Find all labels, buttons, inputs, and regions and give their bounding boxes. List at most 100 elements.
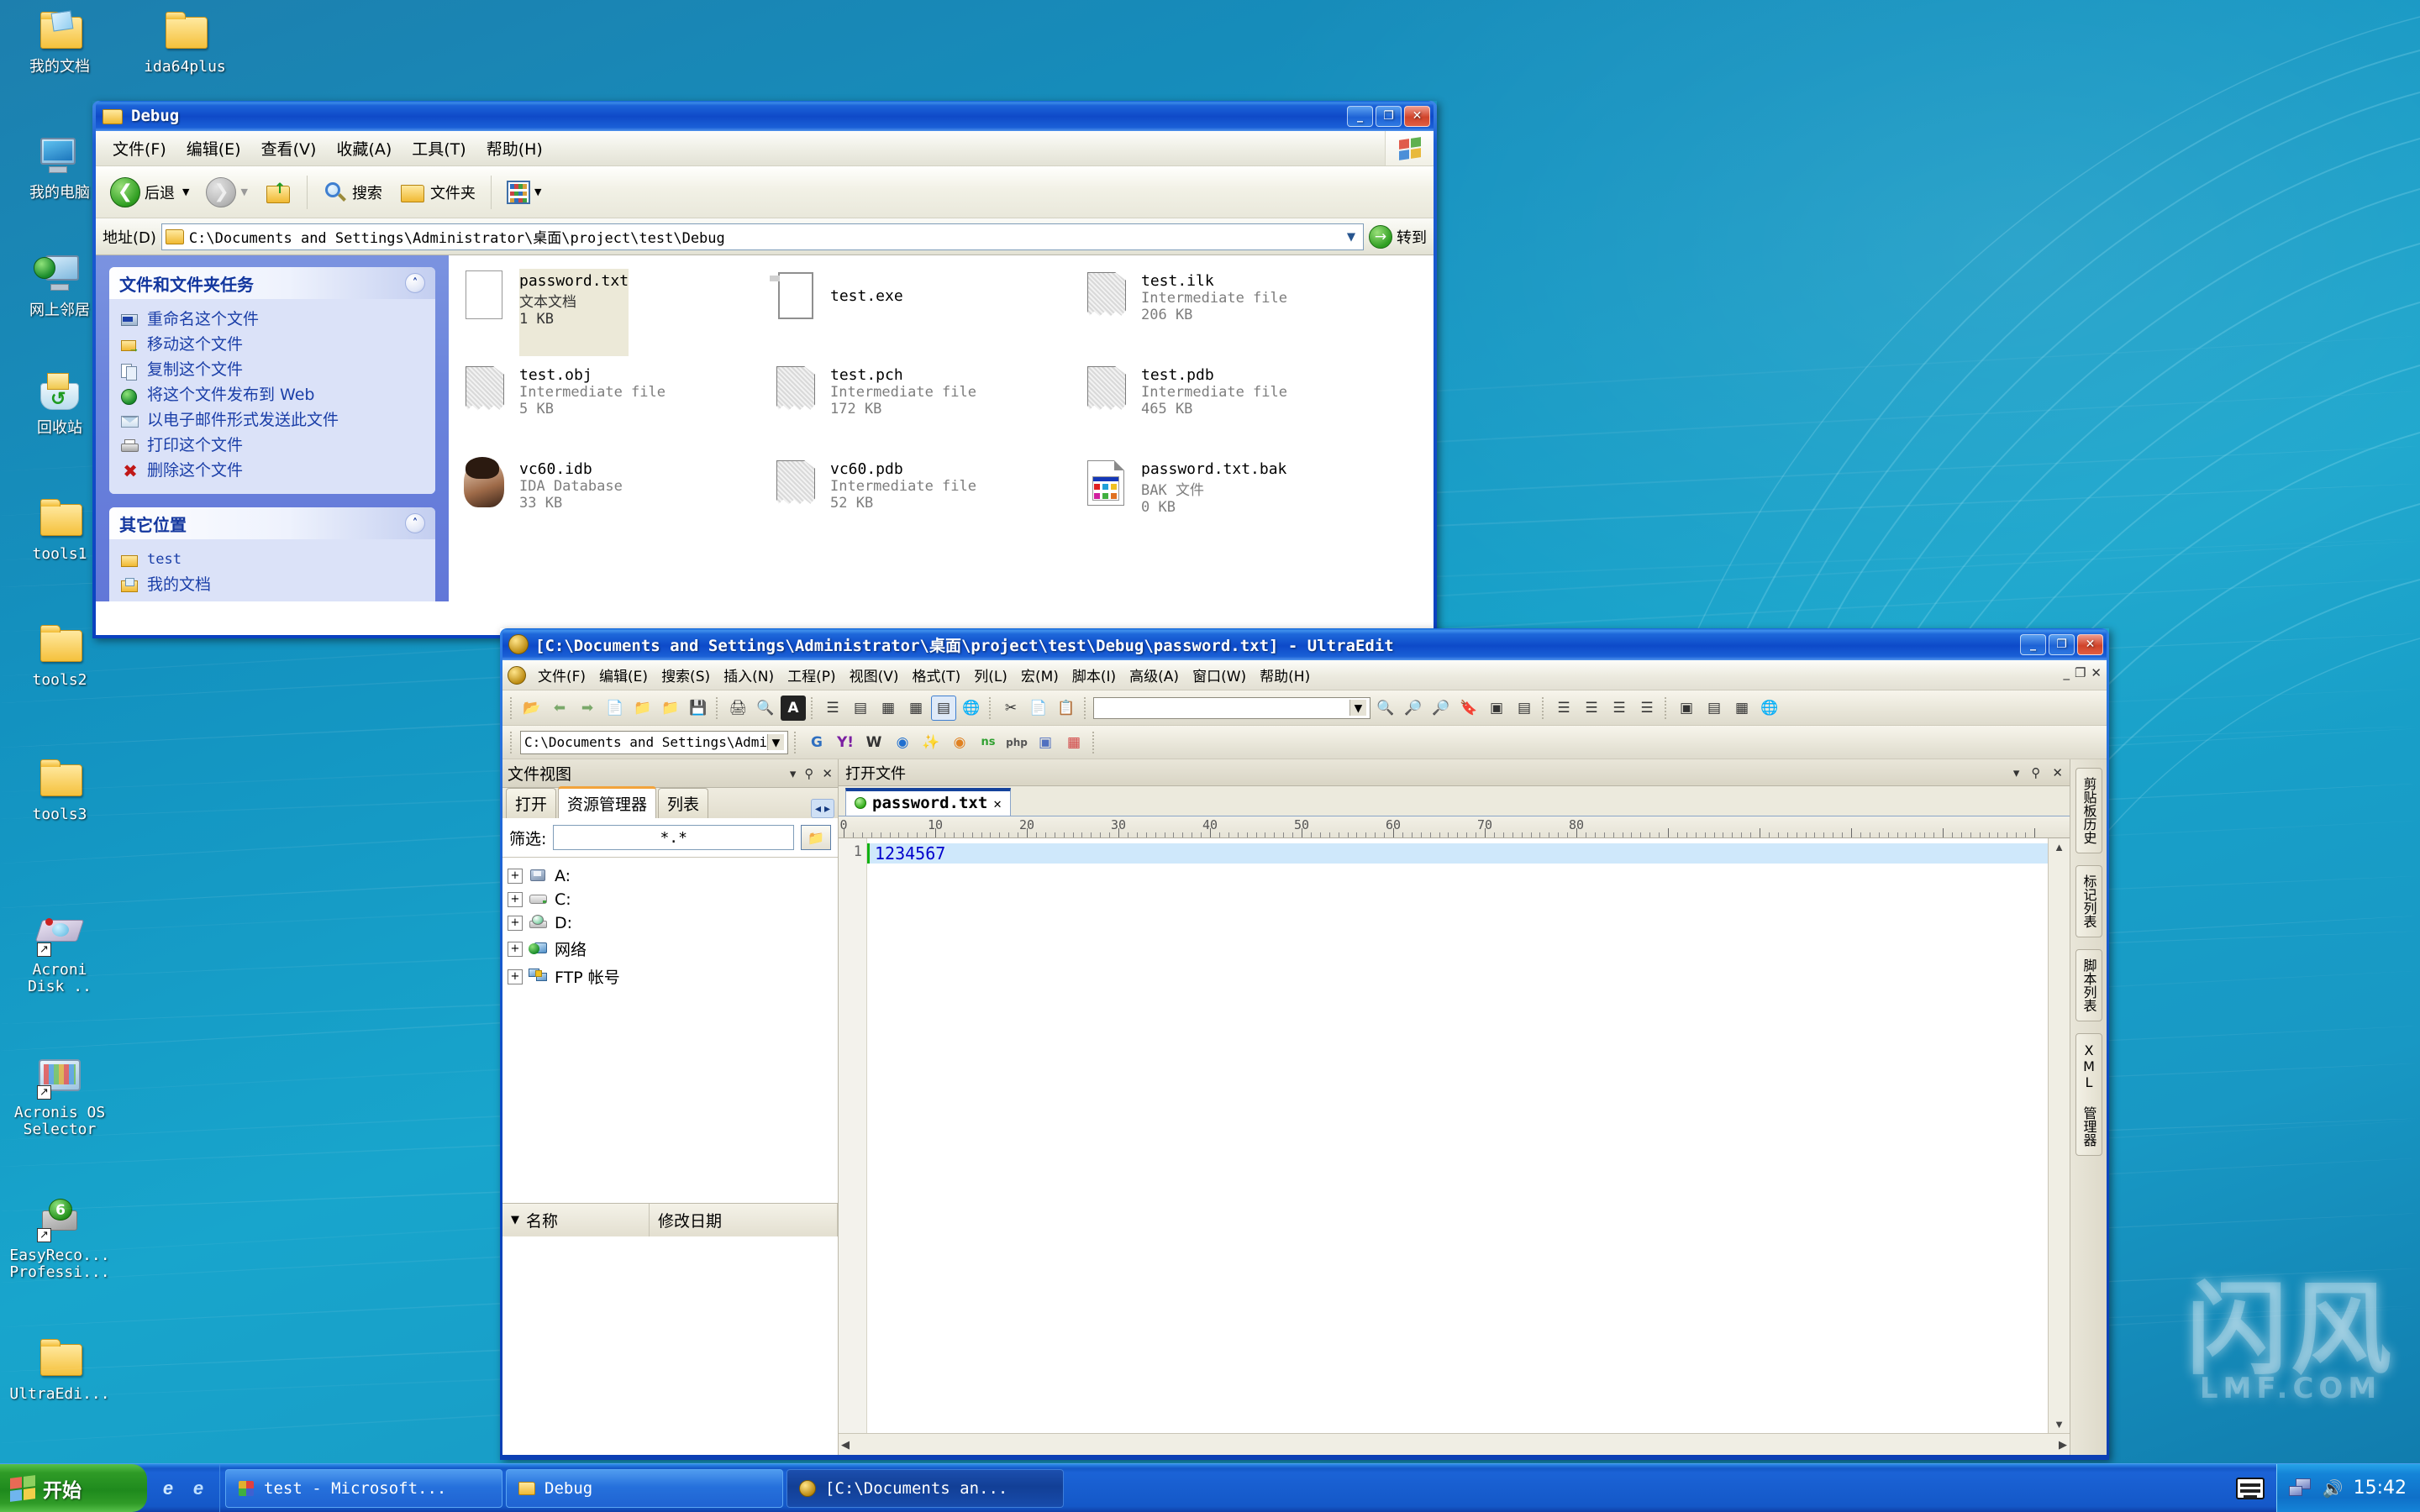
desktop-icon-ida64plus[interactable]: ida64plus xyxy=(130,8,239,76)
clock[interactable]: 15:42 xyxy=(2354,1478,2407,1499)
internet-explorer-icon[interactable]: e xyxy=(155,1476,181,1501)
tree-item-network[interactable]: + 网络 xyxy=(508,935,833,963)
explorer-file-list[interactable]: password.txt 文本文档 1 KB test.exe test.ilk… xyxy=(449,255,1434,601)
find-next-icon[interactable]: 🔎 xyxy=(1428,696,1454,721)
google-icon[interactable]: G xyxy=(804,730,829,755)
vtab-script-list[interactable]: 脚本列表 xyxy=(2075,949,2102,1021)
menu-tools[interactable]: 工具(T) xyxy=(402,134,476,163)
tab-explorer[interactable]: 资源管理器 xyxy=(558,786,657,818)
menu-advanced[interactable]: 高级(A) xyxy=(1123,662,1186,688)
file-item-password-txt-bak[interactable]: password.txt.bak BAK 文件 0 KB xyxy=(1077,454,1388,548)
expand-plus-icon[interactable]: + xyxy=(508,969,523,984)
tree-item-ftp-accounts[interactable]: + FTP 帐号 xyxy=(508,963,833,990)
desktop-icon-acronis-disk-director[interactable]: ↗ Acroni Disk .. xyxy=(5,911,114,995)
file-item-test-pdb[interactable]: test.pdb Intermediate file 465 KB xyxy=(1077,360,1388,454)
close-icon[interactable]: ✕ xyxy=(2052,765,2063,780)
tab-open[interactable]: 打开 xyxy=(506,788,557,818)
sort-icon[interactable]: ▤ xyxy=(1512,696,1537,721)
ultraedit-window[interactable]: [C:\Documents and Settings\Administrator… xyxy=(500,628,2109,1460)
php-manual-icon[interactable]: ◉ xyxy=(947,730,972,755)
start-button[interactable]: 开始 xyxy=(0,1464,147,1512)
php-icon[interactable]: php xyxy=(1004,730,1029,755)
vtab-xml-manager[interactable]: XML 管理器 xyxy=(2075,1033,2102,1156)
scroll-left-arrow-icon[interactable]: ◀ xyxy=(841,1438,850,1452)
open-file-icon[interactable]: 📁 xyxy=(630,696,655,721)
filter-row[interactable]: 筛选: *.* 📁 xyxy=(502,818,838,858)
toolbar-grip[interactable] xyxy=(510,696,514,719)
taskbar-item-ultraedit[interactable]: [C:\Documents an... xyxy=(786,1468,1064,1508)
ime-language-bar[interactable] xyxy=(2224,1464,2276,1512)
ultraedit-titlebar[interactable]: [C:\Documents and Settings\Administrator… xyxy=(502,628,2107,660)
browser-preview-icon[interactable]: 🌐 xyxy=(1757,696,1782,721)
forward-arrow-icon[interactable]: ➡ xyxy=(575,696,600,721)
back-button[interactable]: ❮ 后退 ▼ xyxy=(104,175,195,210)
volume-icon[interactable]: 🔊 xyxy=(2323,1478,2344,1499)
go-button[interactable]: → 转到 xyxy=(1369,224,1427,249)
menu-favorites[interactable]: 收藏(A) xyxy=(326,134,402,163)
column-name[interactable]: ▼ 名称 xyxy=(502,1204,650,1236)
pin-icon[interactable]: ⚲ xyxy=(804,766,813,781)
taskbar-item-debug[interactable]: Debug xyxy=(506,1468,783,1508)
new-file-icon[interactable]: 📄 xyxy=(602,696,628,721)
chevron-down-icon[interactable]: ▾ xyxy=(790,766,797,781)
find-icon[interactable]: 🔍 xyxy=(1373,696,1398,721)
expand-plus-icon[interactable]: + xyxy=(508,869,523,884)
explorer-addressbar[interactable]: 地址(D) C:\Documents and Settings\Administ… xyxy=(96,218,1434,255)
file-view-panel[interactable]: 文件视图 ▾ ⚲ ✕ 打开 资源管理器 列表 ◂ ▸ 筛选: *.* 📁 + A… xyxy=(502,759,839,1455)
keyboard-icon[interactable] xyxy=(2235,1477,2265,1499)
file-view-tabs[interactable]: 打开 资源管理器 列表 ◂ ▸ xyxy=(502,786,838,818)
editor-canvas[interactable]: 1 1234567 ▲ ▼ xyxy=(839,838,2070,1433)
search-button[interactable]: 搜索 xyxy=(317,177,388,207)
vertical-scrollbar[interactable]: ▲ ▼ xyxy=(2048,838,2070,1433)
taskbar[interactable]: 开始 e e test - Microsoft... Debug [C:\Doc… xyxy=(0,1463,2420,1512)
file-item-test-exe[interactable]: test.exe xyxy=(766,265,1077,360)
place-my-documents[interactable]: 我的文档 xyxy=(121,573,427,598)
menu-search[interactable]: 搜索(S) xyxy=(655,662,717,688)
desktop-icon-acronis-os-selector[interactable]: ↗ Acronis OS Selector xyxy=(5,1054,114,1138)
task-move-file[interactable]: → 移动这个文件 xyxy=(121,333,427,358)
toolbar-grip[interactable] xyxy=(510,731,514,753)
filter-input[interactable]: *.* xyxy=(553,825,794,850)
code-content[interactable]: 1234567 xyxy=(867,838,2048,1433)
line-numbers-icon[interactable]: ▤ xyxy=(931,695,956,721)
close-button[interactable]: ✕ xyxy=(1404,105,1430,127)
menu-edit[interactable]: 编辑(E) xyxy=(592,662,655,688)
task-rename-file[interactable]: 重命名这个文件 xyxy=(121,307,427,333)
folders-button[interactable]: 文件夹 xyxy=(393,177,481,207)
msdn-icon[interactable]: ◉ xyxy=(890,730,915,755)
nav-next-icon[interactable]: ▸ xyxy=(824,801,830,816)
menu-file[interactable]: 文件(F) xyxy=(531,662,592,688)
file-item-vc60-pdb[interactable]: vc60.pdb Intermediate file 52 KB xyxy=(766,454,1077,548)
menu-script[interactable]: 脚本(I) xyxy=(1065,662,1123,688)
file-list-column-headers[interactable]: ▼ 名称 修改日期 xyxy=(502,1203,838,1236)
maximize-button[interactable]: ❐ xyxy=(2049,633,2075,655)
mdi-restore-button[interactable]: ❐ xyxy=(2075,665,2086,680)
task-print-file[interactable]: 打印这个文件 xyxy=(121,433,427,459)
yahoo-icon[interactable]: Y! xyxy=(833,730,858,755)
expand-plus-icon[interactable]: + xyxy=(508,892,523,907)
ns-reference-icon[interactable]: ns xyxy=(976,730,1001,755)
task-delete-file[interactable]: ✖ 删除这个文件 xyxy=(121,459,427,484)
address-input[interactable]: C:\Documents and Settings\Administrator\… xyxy=(160,223,1364,250)
mdi-window-buttons[interactable]: _ ❐ ✕ xyxy=(2063,665,2102,680)
tree-item-d-drive[interactable]: + D: xyxy=(508,911,833,935)
explorer-window[interactable]: Debug _ ❐ ✕ 文件(F) 编辑(E) 查看(V) 收藏(A) 工具(T… xyxy=(92,101,1437,638)
up-button[interactable]: ↑ xyxy=(259,177,297,207)
pin-icon[interactable]: ⚲ xyxy=(2031,765,2040,780)
tree-item-a-drive[interactable]: + A: xyxy=(508,864,833,888)
tree-item-c-drive[interactable]: + C: xyxy=(508,888,833,911)
print-icon[interactable]: 🖨 xyxy=(725,696,750,721)
file-item-test-pch[interactable]: test.pch Intermediate file 172 KB xyxy=(766,360,1077,454)
menu-view[interactable]: 查看(V) xyxy=(251,134,327,163)
close-tab-icon[interactable]: ✕ xyxy=(993,795,1002,811)
chevron-down-icon[interactable]: ▼ xyxy=(240,186,247,197)
place-documents[interactable]: Documents xyxy=(121,598,427,601)
task-block-header[interactable]: 其它位置 ˄ xyxy=(109,507,435,539)
network-status-icon[interactable] xyxy=(2288,1478,2312,1499)
collapse-chevron-icon[interactable]: ˄ xyxy=(405,513,425,533)
align-right-icon[interactable]: ☰ xyxy=(1607,696,1632,721)
expand-plus-icon[interactable]: + xyxy=(508,941,523,957)
horizontal-scrollbar[interactable]: ◀ ▶ xyxy=(839,1433,2070,1455)
document-tab-password-txt[interactable]: password.txt ✕ xyxy=(845,788,1011,816)
file-item-test-ilk[interactable]: test.ilk Intermediate file 206 KB xyxy=(1077,265,1388,360)
